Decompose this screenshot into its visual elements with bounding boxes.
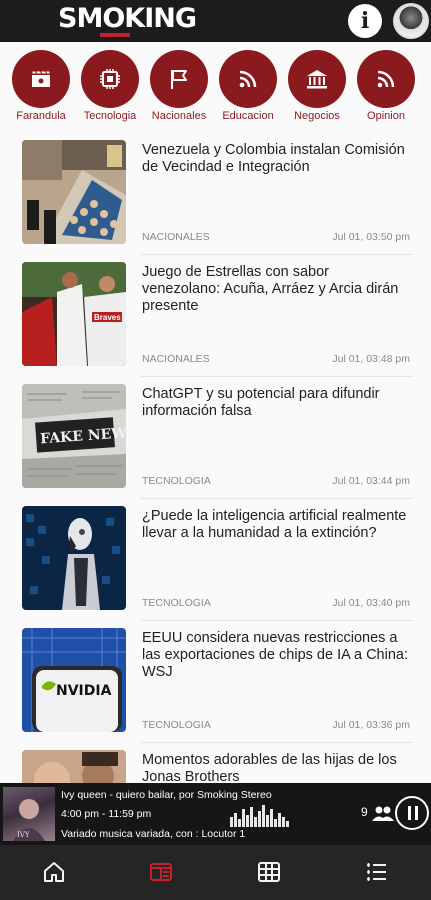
news-title: Momentos adorables de las hijas de los J… [142, 752, 397, 785]
news-date: Jul 01, 03:48 pm [332, 353, 410, 365]
grid-icon[interactable] [257, 860, 281, 884]
category-nacionales-circle [150, 50, 208, 108]
cover-art: IVY [13, 799, 45, 841]
pause-bar [415, 806, 418, 820]
news-item[interactable]: NVIDIA EEUU considera nuevas restriccion… [0, 626, 431, 748]
radio-player: IVY Ivy queen - quiero bailar, por Smoki… [0, 783, 431, 845]
logo-underline [100, 33, 130, 37]
rss-icon [239, 70, 257, 88]
category-tecnologia-circle [81, 50, 139, 108]
category-label: Educacion [222, 110, 274, 122]
news-thumbnail [22, 140, 126, 244]
news-title: EEUU considera nuevas restricciones a la… [142, 630, 408, 680]
now-playing: Ivy queen - quiero bailar, por Smoking S… [61, 789, 272, 801]
news-category: TECNOLOGIA [142, 597, 211, 609]
category-negocios[interactable]: Negocios [283, 50, 351, 122]
news-category: TECNOLOGIA [142, 475, 211, 487]
pause-bar [408, 806, 411, 820]
bank-icon [307, 70, 327, 89]
category-educacion-circle [219, 50, 277, 108]
rss-icon [377, 70, 395, 88]
category-opinion[interactable]: Opinion [352, 50, 420, 122]
top-bar: SMOKING i [0, 0, 431, 42]
news-thumbnail: NVIDIA [22, 628, 126, 732]
category-educacion[interactable]: Educacion [214, 50, 282, 122]
meeting-photo [22, 140, 126, 244]
category-label: Farandula [16, 110, 66, 122]
baseball-photo: Braves [22, 262, 126, 366]
news-category: NACIONALES [142, 231, 210, 243]
news-title: Venezuela y Colombia instalan Comisión d… [142, 142, 405, 175]
svg-text:Braves: Braves [94, 313, 121, 322]
category-opinion-circle [357, 50, 415, 108]
category-tecnologia[interactable]: Tecnologia [76, 50, 144, 122]
news-thumbnail: FAKE NEWS [22, 384, 126, 488]
people-icon [372, 806, 394, 821]
news-item[interactable]: ¿Puede la inteligencia artificial realme… [0, 504, 431, 626]
nvidia-photo: NVIDIA [22, 628, 126, 732]
news-title: ¿Puede la inteligencia artificial realme… [142, 508, 407, 541]
robot-photo [22, 506, 126, 610]
equalizer-icon [230, 805, 289, 827]
news-category: NACIONALES [142, 353, 210, 365]
home-icon[interactable] [42, 860, 66, 884]
chip-icon [100, 69, 120, 89]
logo-text: SMOKING [58, 3, 197, 34]
program-info: Variado musica variada, con : Locutor 1 [61, 828, 246, 840]
news-thumbnail: Braves [22, 262, 126, 366]
divider [140, 620, 413, 621]
news-title: Juego de Estrellas con sabor venezolano:… [142, 264, 399, 314]
category-label: Nacionales [151, 110, 207, 122]
category-label: Negocios [294, 110, 340, 122]
news-date: Jul 01, 03:44 pm [332, 475, 410, 487]
news-thumbnail [22, 506, 126, 610]
category-farandula-circle [12, 50, 70, 108]
category-bar: Farandula Tecnologia Nacionales Educacio… [0, 50, 431, 126]
category-nacionales[interactable]: Nacionales [145, 50, 213, 122]
divider [140, 742, 413, 743]
news-date: Jul 01, 03:50 pm [332, 231, 410, 243]
profile-avatar[interactable] [393, 3, 429, 39]
pause-button[interactable] [395, 796, 429, 830]
program-time: 4:00 pm - 11:59 pm [61, 808, 152, 820]
fake-news-photo: FAKE NEWS [22, 384, 126, 488]
news-item[interactable]: FAKE NEWS ChatGPT y su potencial para di… [0, 382, 431, 504]
divider [140, 498, 413, 499]
category-label: Opinion [367, 110, 405, 122]
divider [140, 254, 413, 255]
listener-count: 9 [361, 805, 368, 819]
news-icon[interactable] [149, 860, 173, 884]
category-negocios-circle [288, 50, 346, 108]
nvidia-label: NVIDIA [56, 683, 112, 699]
bottom-navigation [0, 845, 431, 900]
cover-text: IVY [17, 831, 30, 839]
divider [140, 376, 413, 377]
news-date: Jul 01, 03:40 pm [332, 597, 410, 609]
category-label: Tecnologia [83, 110, 137, 122]
flag-icon [171, 70, 187, 89]
news-item[interactable]: Braves Juego de Estrellas con sabor vene… [0, 260, 431, 382]
news-title: ChatGPT y su potencial para difundir inf… [142, 386, 380, 419]
app-logo[interactable]: SMOKING [58, 2, 197, 40]
app-root: SMOKING i Farandula Tecnologia Nacionale… [0, 0, 431, 900]
album-cover[interactable]: IVY [3, 787, 55, 841]
news-item[interactable]: Venezuela y Colombia instalan Comisión d… [0, 138, 431, 260]
news-date: Jul 01, 03:36 pm [332, 719, 410, 731]
clapperboard-icon [31, 70, 51, 87]
category-farandula[interactable]: Farandula [7, 50, 75, 122]
news-category: TECNOLOGIA [142, 719, 211, 731]
info-button[interactable]: i [348, 4, 382, 38]
list-icon[interactable] [364, 860, 388, 884]
